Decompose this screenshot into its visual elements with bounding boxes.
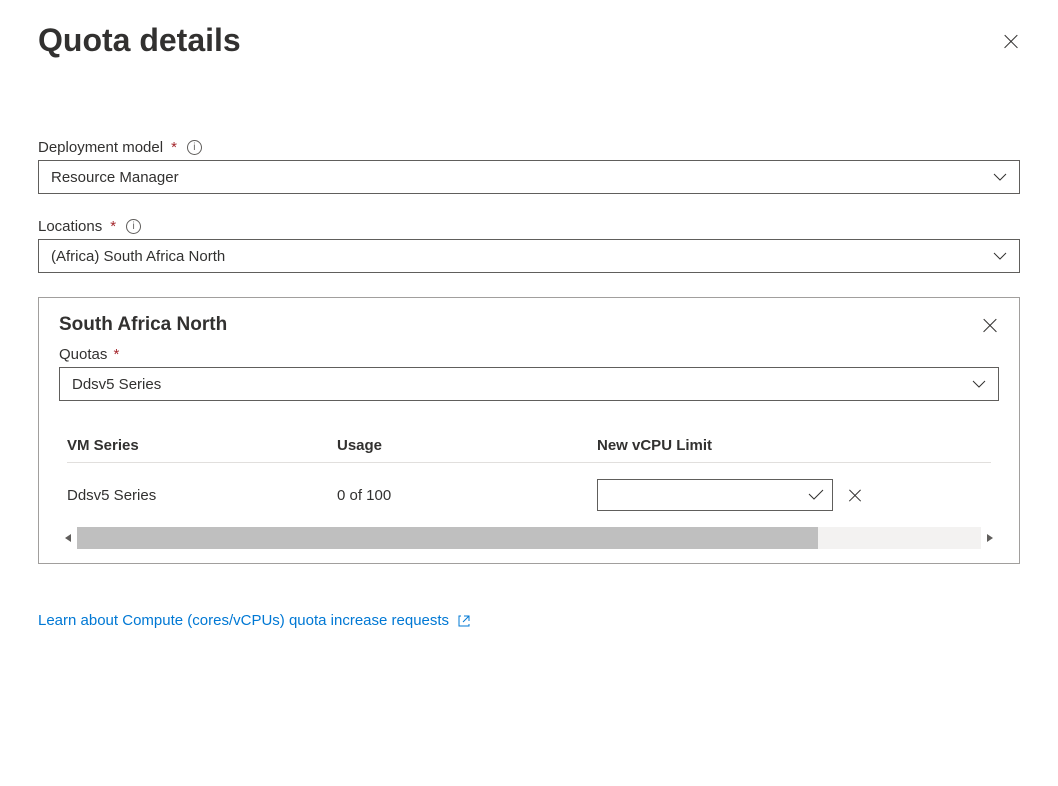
new-vcpu-limit-input[interactable] [597, 479, 833, 511]
external-link-icon [457, 614, 471, 628]
quotas-dropdown[interactable]: Ddsv5 Series [59, 367, 999, 401]
deployment-model-dropdown[interactable]: Resource Manager [38, 160, 1020, 194]
scroll-right-arrow[interactable] [981, 527, 999, 549]
deployment-model-label: Deployment model [38, 139, 163, 156]
locations-label: Locations [38, 218, 102, 235]
remove-row-icon[interactable] [847, 487, 863, 503]
cell-series: Ddsv5 Series [67, 487, 337, 504]
scroll-thumb[interactable] [77, 527, 818, 549]
required-asterisk: * [110, 218, 116, 235]
info-icon[interactable]: i [187, 140, 202, 155]
required-asterisk: * [171, 139, 177, 156]
checkmark-icon [808, 489, 824, 501]
col-header-limit: New vCPU Limit [597, 437, 991, 454]
horizontal-scrollbar[interactable] [59, 527, 999, 549]
close-icon[interactable] [981, 316, 999, 334]
locations-value: (Africa) South Africa North [51, 248, 225, 265]
chevron-down-icon [993, 252, 1007, 260]
col-header-series: VM Series [67, 437, 337, 454]
learn-more-link[interactable]: Learn about Compute (cores/vCPUs) quota … [38, 612, 471, 629]
close-icon[interactable] [1002, 32, 1020, 50]
table-row: Ddsv5 Series 0 of 100 [67, 463, 991, 521]
page-title: Quota details [38, 22, 241, 59]
info-icon[interactable]: i [126, 219, 141, 234]
quotas-label: Quotas [59, 346, 107, 363]
scroll-track[interactable] [77, 527, 981, 549]
table-header: VM Series Usage New vCPU Limit [67, 429, 991, 463]
scroll-left-arrow[interactable] [59, 527, 77, 549]
region-title: South Africa North [59, 314, 227, 336]
quotas-value: Ddsv5 Series [72, 376, 161, 393]
locations-dropdown[interactable]: (Africa) South Africa North [38, 239, 1020, 273]
learn-more-text: Learn about Compute (cores/vCPUs) quota … [38, 612, 449, 629]
chevron-down-icon [972, 380, 986, 388]
required-asterisk: * [114, 346, 120, 363]
chevron-down-icon [993, 173, 1007, 181]
cell-usage: 0 of 100 [337, 487, 597, 504]
deployment-model-value: Resource Manager [51, 169, 179, 186]
col-header-usage: Usage [337, 437, 597, 454]
region-panel: South Africa North Quotas * Ddsv5 Series… [38, 297, 1020, 564]
